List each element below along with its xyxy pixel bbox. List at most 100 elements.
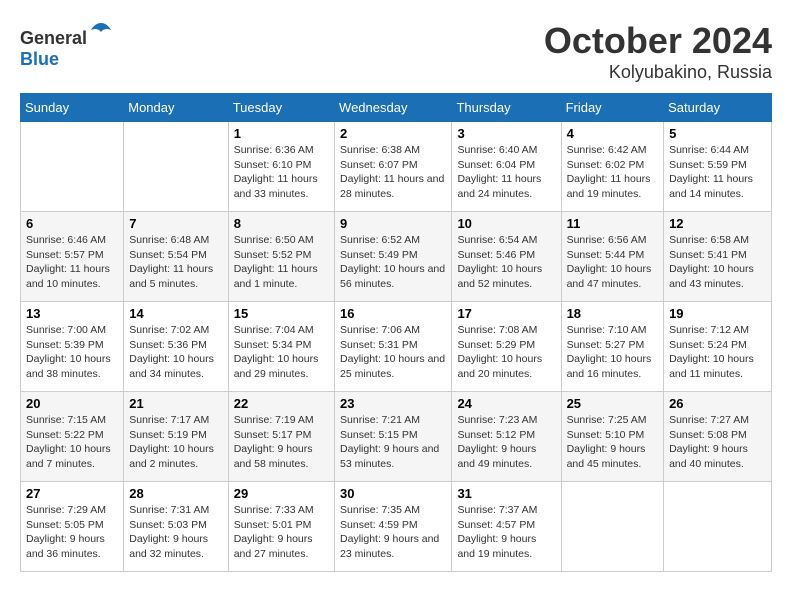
day-number: 10 — [457, 216, 555, 231]
day-number: 13 — [26, 306, 118, 321]
header-thursday: Thursday — [452, 94, 561, 122]
day-number: 28 — [129, 486, 222, 501]
day-info: Sunrise: 6:56 AMSunset: 5:44 PMDaylight:… — [567, 233, 659, 292]
day-info: Sunrise: 7:19 AMSunset: 5:17 PMDaylight:… — [234, 413, 329, 472]
logo-bird-icon — [89, 20, 113, 44]
day-number: 2 — [340, 126, 446, 141]
day-number: 19 — [669, 306, 766, 321]
day-cell — [561, 482, 664, 572]
day-info: Sunrise: 7:21 AMSunset: 5:15 PMDaylight:… — [340, 413, 446, 472]
day-number: 8 — [234, 216, 329, 231]
day-number: 3 — [457, 126, 555, 141]
day-cell: 11 Sunrise: 6:56 AMSunset: 5:44 PMDayligh… — [561, 212, 664, 302]
title-area: October 2024 Kolyubakino, Russia — [544, 20, 772, 83]
day-info: Sunrise: 6:36 AMSunset: 6:10 PMDaylight:… — [234, 143, 329, 202]
day-cell: 1 Sunrise: 6:36 AMSunset: 6:10 PMDaylight… — [228, 122, 334, 212]
day-info: Sunrise: 6:38 AMSunset: 6:07 PMDaylight:… — [340, 143, 446, 202]
day-number: 18 — [567, 306, 659, 321]
day-info: Sunrise: 7:37 AMSunset: 4:57 PMDaylight:… — [457, 503, 555, 562]
day-number: 5 — [669, 126, 766, 141]
day-info: Sunrise: 7:33 AMSunset: 5:01 PMDaylight:… — [234, 503, 329, 562]
day-info: Sunrise: 7:17 AMSunset: 5:19 PMDaylight:… — [129, 413, 222, 472]
page-header: General Blue October 2024 Kolyubakino, R… — [20, 20, 772, 83]
day-cell: 4Sunrise: 6:42 AMSunset: 6:02 PMDaylight… — [561, 122, 664, 212]
day-number: 21 — [129, 396, 222, 411]
day-cell: 8 Sunrise: 6:50 AMSunset: 5:52 PMDaylight… — [228, 212, 334, 302]
day-info: Sunrise: 6:54 AMSunset: 5:46 PMDaylight:… — [457, 233, 555, 292]
day-number: 11 — [567, 216, 659, 231]
day-number: 22 — [234, 396, 329, 411]
header-monday: Monday — [124, 94, 228, 122]
day-info: Sunrise: 7:31 AMSunset: 5:03 PMDaylight:… — [129, 503, 222, 562]
day-cell: 3Sunrise: 6:40 AMSunset: 6:04 PMDaylight… — [452, 122, 561, 212]
day-number: 17 — [457, 306, 555, 321]
day-cell: 14Sunrise: 7:02 AMSunset: 5:36 PMDayligh… — [124, 302, 228, 392]
logo-general: General — [20, 28, 87, 48]
day-cell: 31 Sunrise: 7:37 AMSunset: 4:57 PMDayligh… — [452, 482, 561, 572]
week-row-1: 6Sunrise: 6:46 AMSunset: 5:57 PMDaylight… — [21, 212, 772, 302]
day-cell: 30 Sunrise: 7:35 AMSunset: 4:59 PMDayligh… — [335, 482, 452, 572]
day-info: Sunrise: 6:58 AMSunset: 5:41 PMDaylight:… — [669, 233, 766, 292]
day-number: 26 — [669, 396, 766, 411]
day-cell: 19 Sunrise: 7:12 AMSunset: 5:24 PMDayligh… — [664, 302, 772, 392]
month-title: October 2024 — [544, 20, 772, 62]
day-number: 1 — [234, 126, 329, 141]
day-cell: 7Sunrise: 6:48 AMSunset: 5:54 PMDaylight… — [124, 212, 228, 302]
day-cell: 24 Sunrise: 7:23 AMSunset: 5:12 PMDayligh… — [452, 392, 561, 482]
day-number: 27 — [26, 486, 118, 501]
day-cell: 13 Sunrise: 7:00 AMSunset: 5:39 PMDayligh… — [21, 302, 124, 392]
day-info: Sunrise: 6:52 AMSunset: 5:49 PMDaylight:… — [340, 233, 446, 292]
day-number: 31 — [457, 486, 555, 501]
day-number: 16 — [340, 306, 446, 321]
day-info: Sunrise: 7:27 AMSunset: 5:08 PMDaylight:… — [669, 413, 766, 472]
day-cell: 23 Sunrise: 7:21 AMSunset: 5:15 PMDayligh… — [335, 392, 452, 482]
day-number: 15 — [234, 306, 329, 321]
location-title: Kolyubakino, Russia — [544, 62, 772, 83]
day-cell: 2 Sunrise: 6:38 AMSunset: 6:07 PMDaylight… — [335, 122, 452, 212]
week-row-0: 1 Sunrise: 6:36 AMSunset: 6:10 PMDaylight… — [21, 122, 772, 212]
day-info: Sunrise: 6:50 AMSunset: 5:52 PMDaylight:… — [234, 233, 329, 292]
day-info: Sunrise: 7:08 AMSunset: 5:29 PMDaylight:… — [457, 323, 555, 382]
logo-text: General Blue — [20, 20, 113, 70]
day-number: 12 — [669, 216, 766, 231]
day-cell: 9Sunrise: 6:52 AMSunset: 5:49 PMDaylight… — [335, 212, 452, 302]
week-row-3: 20 Sunrise: 7:15 AMSunset: 5:22 PMDayligh… — [21, 392, 772, 482]
logo-blue: Blue — [20, 49, 59, 69]
day-info: Sunrise: 6:46 AMSunset: 5:57 PMDaylight:… — [26, 233, 118, 292]
day-info: Sunrise: 6:48 AMSunset: 5:54 PMDaylight:… — [129, 233, 222, 292]
day-cell: 21 Sunrise: 7:17 AMSunset: 5:19 PMDayligh… — [124, 392, 228, 482]
day-number: 30 — [340, 486, 446, 501]
header-tuesday: Tuesday — [228, 94, 334, 122]
day-number: 23 — [340, 396, 446, 411]
day-cell: 5 Sunrise: 6:44 AMSunset: 5:59 PMDaylight… — [664, 122, 772, 212]
day-cell: 20 Sunrise: 7:15 AMSunset: 5:22 PMDayligh… — [21, 392, 124, 482]
header-saturday: Saturday — [664, 94, 772, 122]
day-cell: 17 Sunrise: 7:08 AMSunset: 5:29 PMDayligh… — [452, 302, 561, 392]
day-number: 24 — [457, 396, 555, 411]
day-info: Sunrise: 7:35 AMSunset: 4:59 PMDaylight:… — [340, 503, 446, 562]
day-cell: 16 Sunrise: 7:06 AMSunset: 5:31 PMDayligh… — [335, 302, 452, 392]
day-cell: 29 Sunrise: 7:33 AMSunset: 5:01 PMDayligh… — [228, 482, 334, 572]
day-number: 29 — [234, 486, 329, 501]
day-cell — [21, 122, 124, 212]
day-info: Sunrise: 7:10 AMSunset: 5:27 PMDaylight:… — [567, 323, 659, 382]
week-row-4: 27 Sunrise: 7:29 AMSunset: 5:05 PMDayligh… — [21, 482, 772, 572]
day-cell — [124, 122, 228, 212]
day-info: Sunrise: 7:25 AMSunset: 5:10 PMDaylight:… — [567, 413, 659, 472]
day-info: Sunrise: 7:23 AMSunset: 5:12 PMDaylight:… — [457, 413, 555, 472]
week-row-2: 13 Sunrise: 7:00 AMSunset: 5:39 PMDayligh… — [21, 302, 772, 392]
day-cell — [664, 482, 772, 572]
day-cell: 12 Sunrise: 6:58 AMSunset: 5:41 PMDayligh… — [664, 212, 772, 302]
day-number: 20 — [26, 396, 118, 411]
header-friday: Friday — [561, 94, 664, 122]
day-info: Sunrise: 7:12 AMSunset: 5:24 PMDaylight:… — [669, 323, 766, 382]
day-info: Sunrise: 7:00 AMSunset: 5:39 PMDaylight:… — [26, 323, 118, 382]
day-info: Sunrise: 7:02 AMSunset: 5:36 PMDaylight:… — [129, 323, 222, 382]
day-cell: 15Sunrise: 7:04 AMSunset: 5:34 PMDayligh… — [228, 302, 334, 392]
day-info: Sunrise: 7:29 AMSunset: 5:05 PMDaylight:… — [26, 503, 118, 562]
day-info: Sunrise: 7:06 AMSunset: 5:31 PMDaylight:… — [340, 323, 446, 382]
day-number: 4 — [567, 126, 659, 141]
logo: General Blue — [20, 20, 113, 70]
day-info: Sunrise: 6:44 AMSunset: 5:59 PMDaylight:… — [669, 143, 766, 202]
day-info: Sunrise: 7:15 AMSunset: 5:22 PMDaylight:… — [26, 413, 118, 472]
